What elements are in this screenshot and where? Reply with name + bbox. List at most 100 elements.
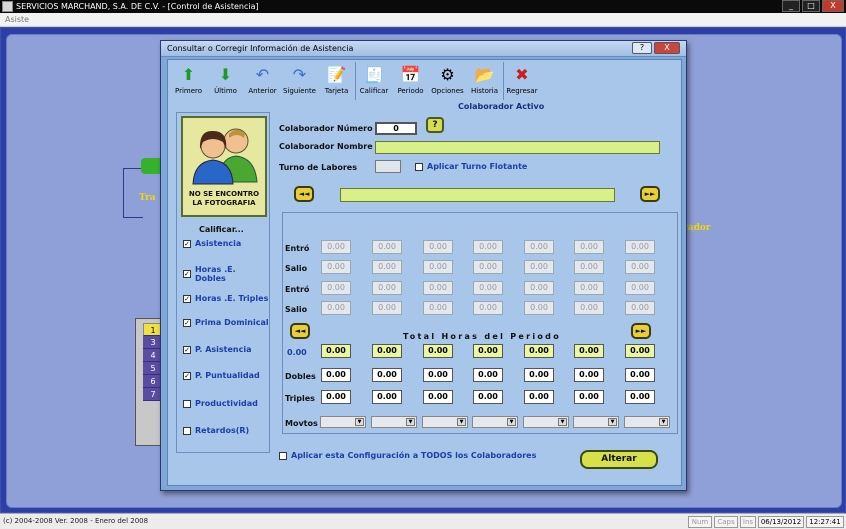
dobles-cell[interactable]: 0.00 bbox=[372, 368, 402, 382]
salio-cell[interactable]: 0.00 bbox=[372, 260, 402, 274]
triples-cell[interactable]: 0.00 bbox=[574, 390, 604, 404]
salio-cell[interactable]: 0.00 bbox=[625, 260, 655, 274]
movtos-dropdown[interactable]: ▼ bbox=[371, 416, 417, 428]
entro-cell[interactable]: 0.00 bbox=[423, 281, 453, 295]
entro-cell[interactable]: 0.00 bbox=[321, 281, 351, 295]
salio-cell[interactable]: 0.00 bbox=[625, 301, 655, 315]
salio-cell[interactable]: 0.00 bbox=[473, 301, 503, 315]
chevron-down-icon[interactable]: ▼ bbox=[608, 418, 617, 426]
anterior-button[interactable]: ↶ Anterior bbox=[244, 62, 281, 100]
primero-button[interactable]: ⬆ Primero bbox=[170, 62, 207, 100]
dobles-cell[interactable]: 0.00 bbox=[321, 368, 351, 382]
movtos-dropdown[interactable]: ▼ bbox=[624, 416, 670, 428]
triples-cell[interactable]: 0.00 bbox=[524, 390, 554, 404]
total-cell[interactable]: 0.00 bbox=[574, 344, 604, 358]
triples-cell[interactable]: 0.00 bbox=[625, 390, 655, 404]
checkbox[interactable]: ✓ bbox=[183, 345, 191, 354]
salio-cell[interactable]: 0.00 bbox=[574, 260, 604, 274]
chevron-down-icon[interactable]: ▼ bbox=[659, 418, 668, 426]
alterar-button[interactable]: Alterar bbox=[580, 450, 658, 469]
total-cell[interactable]: 0.00 bbox=[524, 344, 554, 358]
total-cell[interactable]: 0.00 bbox=[321, 344, 351, 358]
checkbox[interactable]: ✓ bbox=[183, 294, 191, 303]
check-p-puntualidad[interactable]: ✓ P. Puntualidad bbox=[183, 371, 260, 380]
salio-cell[interactable]: 0.00 bbox=[321, 260, 351, 274]
check-apply-all[interactable]: Aplicar esta Configuración a TODOS los C… bbox=[279, 451, 536, 460]
check-p-asistencia[interactable]: ✓ P. Asistencia bbox=[183, 345, 252, 354]
query-button[interactable]: ? bbox=[426, 117, 444, 133]
checkbox[interactable] bbox=[279, 451, 287, 460]
triples-cell[interactable]: 0.00 bbox=[473, 390, 503, 404]
turno-labores-field[interactable] bbox=[375, 160, 401, 173]
dobles-cell[interactable]: 0.00 bbox=[423, 368, 453, 382]
dobles-cell[interactable]: 0.00 bbox=[473, 368, 503, 382]
chevron-down-icon[interactable]: ▼ bbox=[507, 418, 516, 426]
dobles-cell[interactable]: 0.00 bbox=[524, 368, 554, 382]
chevron-down-icon[interactable]: ▼ bbox=[457, 418, 466, 426]
check-horas-dobles[interactable]: ✓ Horas .E. Dobles bbox=[183, 265, 269, 283]
movtos-dropdown[interactable]: ▼ bbox=[472, 416, 518, 428]
periodo-button[interactable]: 📅 Periodo bbox=[392, 62, 429, 100]
next-colaborador-button[interactable]: ►► bbox=[640, 186, 660, 202]
entro-cell[interactable]: 0.00 bbox=[524, 240, 554, 254]
entro-cell[interactable]: 0.00 bbox=[524, 281, 554, 295]
salio-cell[interactable]: 0.00 bbox=[321, 301, 351, 315]
checkbox[interactable] bbox=[183, 399, 191, 408]
tarjeta-button[interactable]: 📝 Tarjeta bbox=[318, 62, 355, 100]
entro-cell[interactable]: 0.00 bbox=[625, 240, 655, 254]
salio-cell[interactable]: 0.00 bbox=[524, 301, 554, 315]
entro-cell[interactable]: 0.00 bbox=[473, 240, 503, 254]
movtos-dropdown[interactable]: ▼ bbox=[422, 416, 468, 428]
movtos-dropdown[interactable]: ▼ bbox=[320, 416, 366, 428]
checkbox[interactable] bbox=[183, 426, 191, 435]
close-window-button[interactable]: X bbox=[822, 0, 844, 12]
movtos-dropdown[interactable]: ▼ bbox=[523, 416, 569, 428]
total-cell[interactable]: 0.00 bbox=[473, 344, 503, 358]
opciones-button[interactable]: ⚙ Opciones bbox=[429, 62, 466, 100]
checkbox[interactable]: ✓ bbox=[183, 318, 191, 327]
salio-cell[interactable]: 0.00 bbox=[473, 260, 503, 274]
prev-colaborador-button[interactable]: ◄◄ bbox=[294, 186, 314, 202]
entro-cell[interactable]: 0.00 bbox=[574, 281, 604, 295]
check-prima-dominical[interactable]: ✓ Prima Dominical bbox=[183, 318, 269, 327]
entro-cell[interactable]: 0.00 bbox=[473, 281, 503, 295]
regresar-button[interactable]: ✖ Regresar bbox=[503, 62, 540, 100]
entro-cell[interactable]: 0.00 bbox=[372, 240, 402, 254]
total-cell[interactable]: 0.00 bbox=[625, 344, 655, 358]
minimize-button[interactable]: _ bbox=[782, 0, 800, 12]
total-cell[interactable]: 0.00 bbox=[423, 344, 453, 358]
dialog-help-button[interactable]: ? bbox=[632, 42, 652, 54]
triples-cell[interactable]: 0.00 bbox=[321, 390, 351, 404]
colaborador-nombre-field[interactable] bbox=[375, 141, 660, 154]
check-turno-flotante[interactable]: Aplicar Turno Flotante bbox=[415, 162, 527, 171]
movtos-dropdown[interactable]: ▼ bbox=[573, 416, 619, 428]
prev-period-button[interactable]: ◄◄ bbox=[290, 323, 310, 339]
check-productividad[interactable]: Productividad bbox=[183, 399, 258, 408]
checkbox[interactable]: ✓ bbox=[183, 371, 191, 380]
salio-cell[interactable]: 0.00 bbox=[372, 301, 402, 315]
colaborador-numero-field[interactable]: 0 bbox=[375, 122, 417, 135]
salio-cell[interactable]: 0.00 bbox=[423, 301, 453, 315]
salio-cell[interactable]: 0.00 bbox=[524, 260, 554, 274]
chevron-down-icon[interactable]: ▼ bbox=[406, 418, 415, 426]
check-horas-triples[interactable]: ✓ Horas .E. Triples bbox=[183, 294, 268, 303]
check-asistencia[interactable]: ✓ Asistencia bbox=[183, 239, 241, 248]
salio-cell[interactable]: 0.00 bbox=[423, 260, 453, 274]
historia-button[interactable]: 📂 Historia bbox=[466, 62, 503, 100]
next-period-button[interactable]: ►► bbox=[631, 323, 651, 339]
dobles-cell[interactable]: 0.00 bbox=[625, 368, 655, 382]
entro-cell[interactable]: 0.00 bbox=[574, 240, 604, 254]
calificar-button[interactable]: 🧾 Calificar bbox=[355, 62, 392, 100]
triples-cell[interactable]: 0.00 bbox=[423, 390, 453, 404]
dialog-close-button[interactable]: X bbox=[654, 42, 680, 54]
dobles-cell[interactable]: 0.00 bbox=[574, 368, 604, 382]
entro-cell[interactable]: 0.00 bbox=[321, 240, 351, 254]
total-cell[interactable]: 0.00 bbox=[372, 344, 402, 358]
entro-cell[interactable]: 0.00 bbox=[625, 281, 655, 295]
siguiente-button[interactable]: ↷ Siguiente bbox=[281, 62, 318, 100]
entro-cell[interactable]: 0.00 bbox=[423, 240, 453, 254]
salio-cell[interactable]: 0.00 bbox=[574, 301, 604, 315]
checkbox[interactable]: ✓ bbox=[183, 239, 191, 248]
triples-cell[interactable]: 0.00 bbox=[372, 390, 402, 404]
checkbox[interactable]: ✓ bbox=[183, 270, 191, 278]
